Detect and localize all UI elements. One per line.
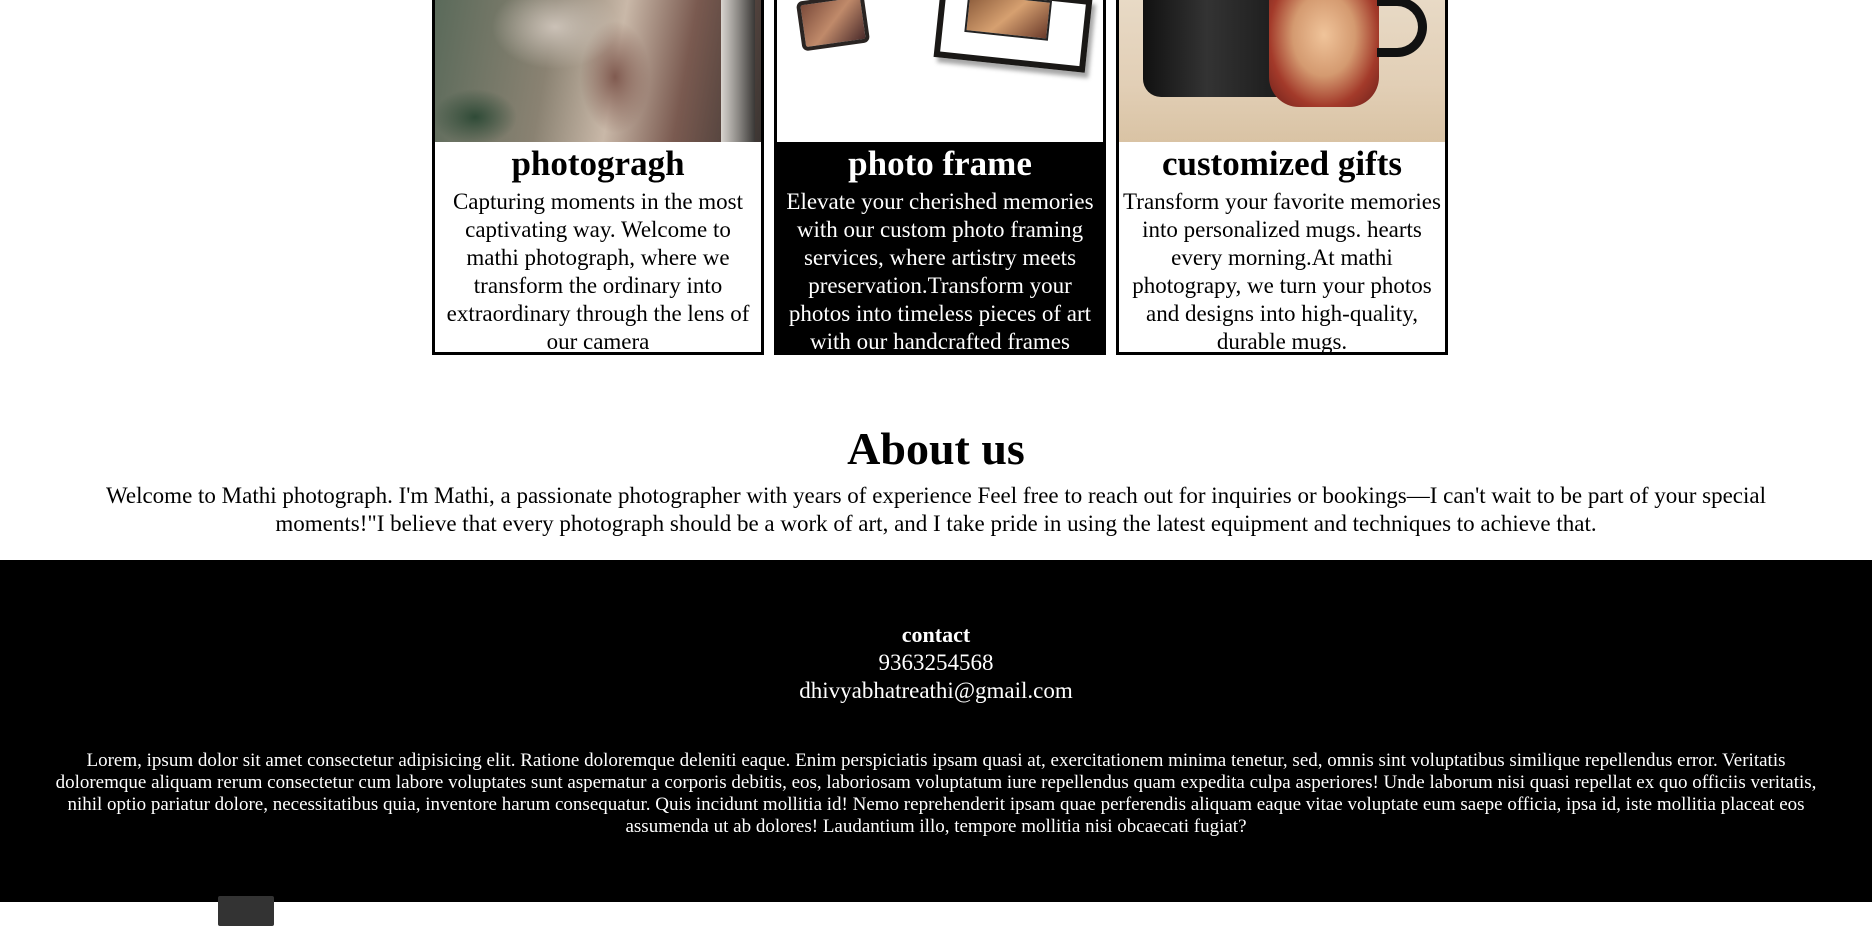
service-title: customized gifts [1161, 144, 1403, 183]
services-section: photogragh Capturing moments in the most… [432, 0, 1452, 358]
about-section: About us Welcome to Mathi photograph. I'… [0, 420, 1872, 538]
footer: contact 9363254568 dhivyabhatreathi@gmai… [0, 560, 1872, 926]
customized-mug-image [1119, 0, 1445, 142]
service-title: photogragh [511, 144, 685, 183]
service-card-photograph[interactable]: photogragh Capturing moments in the most… [432, 0, 764, 355]
scroll-top-button[interactable] [218, 896, 274, 926]
service-title: photo frame [848, 144, 1032, 183]
photograph-image [435, 0, 761, 142]
service-card-photo-frame[interactable]: photo frame Elevate your cherished memor… [774, 0, 1106, 355]
contact-email-link[interactable]: dhivyabhatreathi@gmail.com [0, 678, 1872, 704]
contact-phone[interactable]: 9363254568 [0, 650, 1872, 676]
contact-heading: contact [901, 622, 971, 647]
service-description: Capturing moments in the most captivatin… [446, 189, 750, 354]
about-text: Welcome to Mathi photograph. I'm Mathi, … [106, 483, 1766, 536]
about-heading: About us [847, 423, 1025, 474]
service-description: Transform your favorite memories into pe… [1123, 189, 1441, 354]
footer-description: Lorem, ipsum dolor sit amet consectetur … [55, 750, 1817, 837]
service-card-customized-gifts[interactable]: customized gifts Transform your favorite… [1116, 0, 1448, 355]
service-description: Elevate your cherished memories with our… [786, 189, 1094, 354]
photo-frame-image [777, 0, 1103, 142]
